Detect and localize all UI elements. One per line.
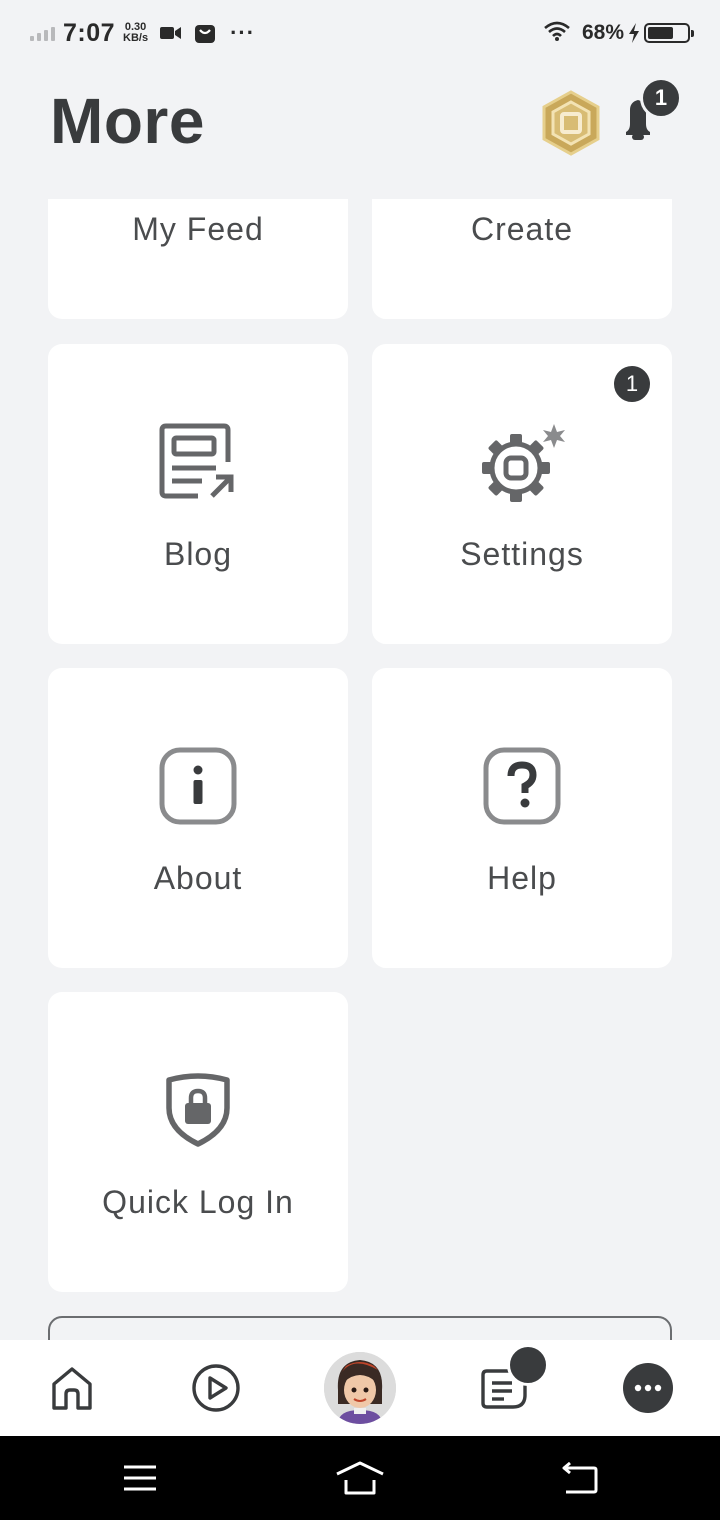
tile-label: Blog [163,536,233,572]
video-icon [160,25,182,41]
avatar [324,1352,396,1424]
bag-icon [194,22,216,44]
signal-icon [30,25,55,41]
back-icon [562,1462,598,1494]
nav-discover[interactable] [166,1340,266,1436]
tile-label: Create [470,211,574,247]
notification-badge: 1 [640,77,682,119]
tile-my-feed[interactable]: My Feed [48,199,348,319]
battery-percent: 68% [581,21,624,44]
partial-tile[interactable] [48,1316,672,1340]
tile-label: Help [487,860,557,896]
battery-fill [648,27,673,39]
nav-avatar[interactable] [310,1340,410,1436]
status-time: 7:07 [63,18,116,47]
tile-label: Settings [460,536,584,572]
net-speed: 0.30 KB/s [123,22,148,44]
home-icon [52,1367,92,1410]
net-speed-unit: KB/s [123,32,149,44]
more-menu-scroll[interactable]: My Feed Create Blog 1 Settings About Hel… [0,199,720,1340]
page-title: More [50,85,205,157]
help-icon [482,746,562,831]
tile-create[interactable]: Create [372,199,672,319]
tile-blog[interactable]: Blog [48,344,348,644]
android-back-button[interactable] [540,1450,620,1506]
overflow-dots: ··· [230,20,256,45]
android-menu-button[interactable] [100,1450,180,1506]
bottom-nav [0,1340,720,1436]
shield-lock-icon [163,1072,233,1153]
info-icon [158,746,238,831]
blog-icon [158,422,238,507]
settings-icon [474,422,570,511]
menu-icon [124,1465,156,1491]
wifi-icon [544,21,570,46]
robux-icon [542,90,600,156]
play-icon [192,1364,240,1412]
tile-about[interactable]: About [48,668,348,968]
chat-badge [507,1344,549,1386]
tile-quick-log-in[interactable]: Quick Log In [48,992,348,1292]
settings-badge: 1 [612,364,652,404]
tile-label: About [153,860,243,896]
status-bar-left: 7:07 0.30 KB/s ··· [30,16,255,50]
tile-label: My Feed [132,211,264,247]
home-icon [336,1461,384,1495]
status-bar: 7:07 0.30 KB/s ··· 68% [0,0,720,66]
nav-more[interactable] [598,1340,698,1436]
charging-icon [628,23,640,43]
tile-settings[interactable]: 1 Settings [372,344,672,644]
status-bar-right: 68% [544,16,694,50]
nav-home[interactable] [22,1340,122,1436]
android-home-button[interactable] [320,1450,400,1506]
more-icon [623,1363,673,1413]
tile-label: Quick Log In [102,1184,294,1220]
battery-icon [644,23,694,43]
android-nav-bar [0,1436,720,1520]
tile-help[interactable]: Help [372,668,672,968]
robux-button[interactable] [538,90,604,156]
